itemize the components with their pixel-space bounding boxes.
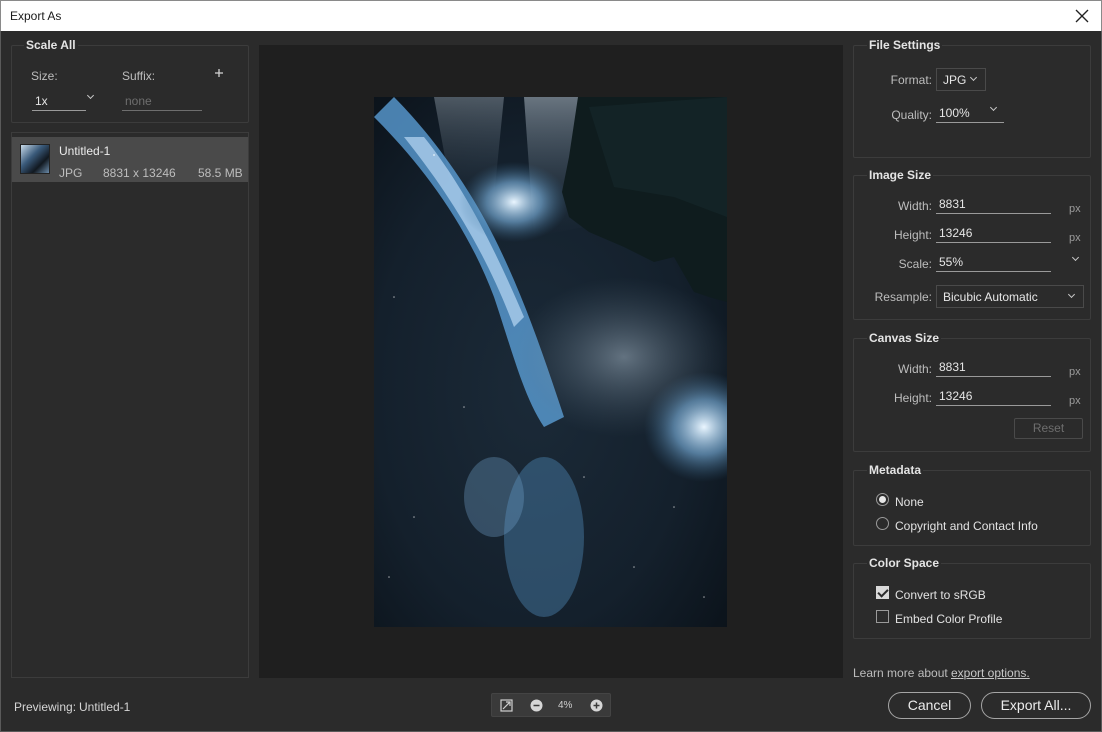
image-height-input[interactable]: 13246 — [936, 226, 1051, 243]
format-label: Format: — [890, 73, 932, 87]
size-label: Size: — [31, 69, 58, 83]
zoom-value: 4% — [558, 700, 573, 711]
canvas-height-label: Height: — [893, 391, 932, 405]
metadata-none-radio[interactable] — [876, 493, 889, 506]
embed-profile-label[interactable]: Embed Color Profile — [895, 612, 1002, 626]
previewing-name: Untitled-1 — [79, 700, 131, 714]
export-all-button[interactable]: Export All... — [981, 692, 1091, 719]
metadata-copyright-radio[interactable] — [876, 517, 889, 530]
convert-srgb-label[interactable]: Convert to sRGB — [895, 588, 986, 602]
cancel-button[interactable]: Cancel — [888, 692, 971, 719]
reset-button[interactable]: Reset — [1014, 418, 1083, 439]
image-width-label: Width: — [897, 199, 932, 213]
image-size-title: Image Size — [867, 168, 934, 182]
chevron-down-icon — [1067, 291, 1077, 301]
scale-input[interactable]: 55% — [936, 255, 1051, 272]
add-scale-button[interactable] — [213, 67, 225, 79]
chevron-down-icon — [969, 74, 979, 84]
asset-list — [11, 132, 249, 678]
metadata-copyright-label[interactable]: Copyright and Contact Info — [895, 519, 1038, 533]
canvas-height-input[interactable]: 13246 — [936, 389, 1051, 406]
format-select[interactable]: JPG — [936, 68, 986, 91]
suffix-input[interactable]: none — [122, 94, 202, 111]
canvas-width-label: Width: — [897, 362, 932, 376]
metadata-title: Metadata — [867, 463, 924, 477]
image-width-unit: px — [1069, 203, 1081, 215]
suffix-label: Suffix: — [122, 69, 156, 83]
fit-screen-icon[interactable] — [500, 699, 513, 712]
zoom-out-icon[interactable] — [530, 699, 543, 712]
canvas-width-unit: px — [1069, 366, 1081, 378]
canvas-size-title: Canvas Size — [867, 331, 942, 345]
asset-name: Untitled-1 — [59, 144, 111, 158]
title-bar: Export As — [0, 0, 1102, 31]
convert-srgb-checkbox[interactable] — [876, 586, 889, 599]
quality-label: Quality: — [891, 108, 932, 122]
export-options-link[interactable]: export options. — [951, 666, 1030, 680]
canvas-width-input[interactable]: 8831 — [936, 360, 1051, 377]
zoom-controls: 4% — [491, 693, 611, 717]
asset-filesize: 58.5 MB — [198, 166, 243, 180]
asset-dimensions: 8831 x 13246 — [103, 166, 176, 180]
chevron-down-icon[interactable] — [1071, 254, 1081, 264]
asset-thumbnail — [20, 144, 50, 174]
image-height-label: Height: — [893, 228, 932, 242]
learn-more-text: Learn more about — [853, 666, 948, 680]
format-value: JPG — [943, 73, 967, 87]
resample-select[interactable]: Bicubic Automatic — [936, 285, 1084, 308]
plus-icon — [215, 69, 223, 77]
resample-value: Bicubic Automatic — [943, 290, 1038, 304]
chevron-down-icon[interactable] — [989, 104, 999, 114]
file-settings-title: File Settings — [867, 38, 943, 52]
zoom-in-icon[interactable] — [590, 699, 603, 712]
window-title: Export As — [10, 9, 62, 23]
scale-all-group — [11, 45, 249, 123]
color-space-title: Color Space — [867, 556, 942, 570]
file-settings-group — [853, 45, 1091, 158]
image-height-unit: px — [1069, 232, 1081, 244]
asset-format: JPG — [59, 166, 83, 180]
canvas-height-unit: px — [1069, 395, 1081, 407]
scale-all-title: Scale All — [24, 38, 78, 52]
metadata-group — [853, 470, 1091, 546]
scale-label: Scale: — [898, 257, 932, 271]
image-width-input[interactable]: 8831 — [936, 197, 1051, 214]
metadata-none-label[interactable]: None — [895, 495, 924, 509]
previewing-label: Previewing: — [14, 700, 77, 714]
asset-item[interactable]: Untitled-1 JPG 8831 x 13246 58.5 MB — [12, 137, 248, 182]
embed-profile-checkbox[interactable] — [876, 610, 889, 623]
chevron-down-icon[interactable] — [86, 92, 96, 102]
aurora-photo — [374, 97, 727, 627]
resample-label: Resample: — [874, 290, 932, 304]
preview-image — [374, 97, 727, 627]
size-select[interactable]: 1x — [32, 94, 86, 111]
close-icon[interactable] — [1073, 7, 1091, 25]
